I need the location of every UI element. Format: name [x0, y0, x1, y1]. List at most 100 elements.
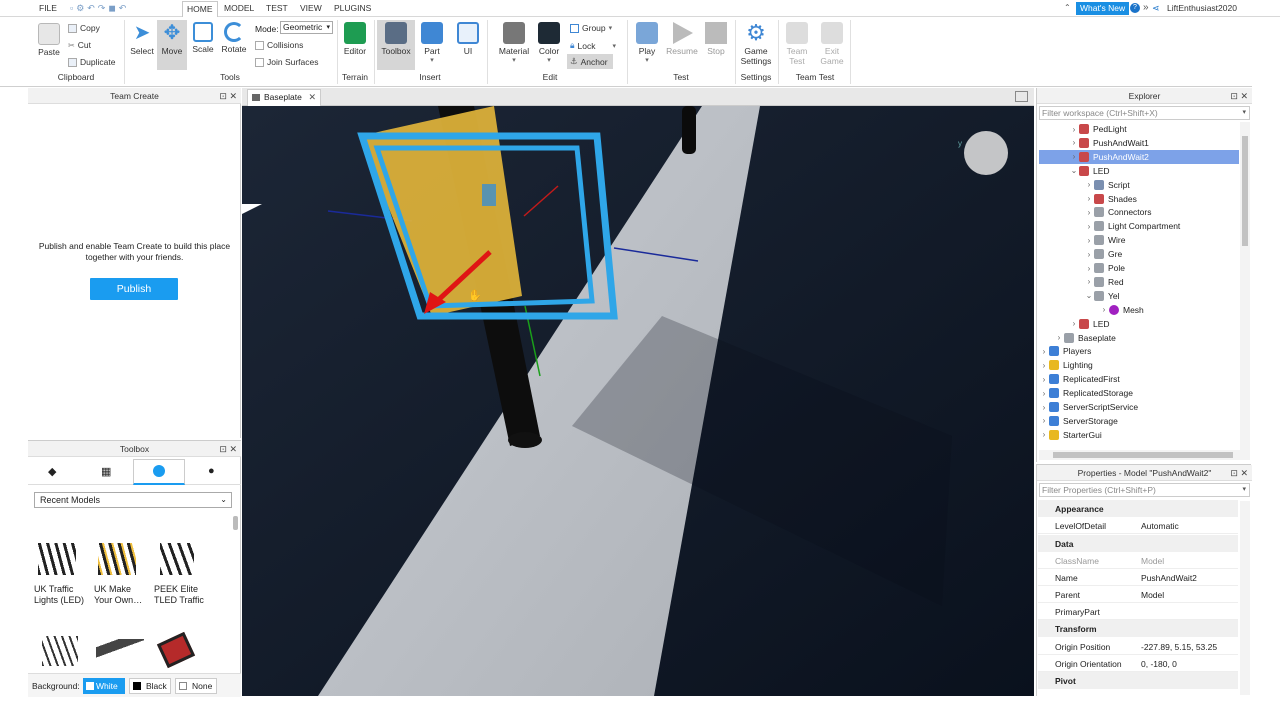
bg-black-button[interactable]: Black	[129, 678, 171, 694]
explorer-item[interactable]: › Players	[1039, 344, 1239, 358]
chevron-right-icon[interactable]: ›	[1069, 138, 1079, 147]
game-settings-button[interactable]: ⚙ Game Settings	[738, 22, 774, 67]
bg-white-button[interactable]: White	[83, 678, 125, 694]
baseplate-tab[interactable]: Baseplate ✕	[247, 89, 321, 106]
chevron-right-icon[interactable]: ›	[1039, 361, 1049, 370]
menu-test[interactable]: TEST	[266, 3, 288, 13]
group-button[interactable]: Group ▾	[570, 23, 612, 33]
lock-button[interactable]: 🔒︎ Lock ▾	[570, 40, 616, 51]
toolbox-item-thumb[interactable]	[154, 539, 200, 583]
dock-close-icon[interactable]: ⊡ ✕	[219, 88, 237, 104]
explorer-item[interactable]: › ReplicatedFirst	[1039, 372, 1239, 386]
property-row[interactable]: PrimaryPart	[1038, 603, 1238, 620]
chevron-right-icon[interactable]: ›	[1084, 236, 1094, 245]
dock-close-icon[interactable]: ⊡ ✕	[219, 441, 237, 457]
chevron-right-icon[interactable]: ›	[1039, 403, 1049, 412]
explorer-item[interactable]: › ServerScriptService	[1039, 400, 1239, 414]
toolbox-item-label[interactable]: UK Traffic Lights (LED)	[34, 584, 90, 606]
explorer-item[interactable]: › Pole	[1039, 261, 1239, 275]
category-dropdown[interactable]: Recent Models ⌄	[34, 492, 232, 508]
toolbox-item-label[interactable]: UK Make Your Own…	[94, 584, 150, 606]
chevron-right-icon[interactable]: ›	[1039, 375, 1049, 384]
quick-access-icons[interactable]: ▫⚙↶↷◼↶	[70, 3, 130, 13]
inventory-grid-icon[interactable]: ▦	[101, 465, 111, 478]
chevron-right-icon[interactable]: ›	[1084, 250, 1094, 259]
explorer-filter-input[interactable]: Filter workspace (Ctrl+Shift+X) ▾	[1039, 106, 1250, 120]
select-button[interactable]: ➤ Select	[128, 22, 156, 56]
explorer-item[interactable]: ⌄ LED	[1039, 164, 1239, 178]
part-button[interactable]: Part ▾	[418, 22, 446, 64]
fullscreen-icon[interactable]	[1015, 91, 1028, 102]
dock-close-icon[interactable]: ⊡ ✕	[1230, 88, 1248, 104]
recent-tab[interactable]	[133, 459, 185, 485]
chevron-right-icon[interactable]: ›	[1039, 430, 1049, 439]
explorer-item[interactable]: ⌄ Yel	[1039, 289, 1239, 303]
exit-icon[interactable]: »	[1143, 2, 1149, 13]
chevron-down-icon[interactable]: ⌄	[1069, 166, 1079, 175]
chevron-right-icon[interactable]: ›	[1069, 319, 1079, 328]
properties-filter-input[interactable]: Filter Properties (Ctrl+Shift+P) ▾	[1039, 483, 1250, 497]
explorer-item[interactable]: › Gre	[1039, 247, 1239, 261]
material-button[interactable]: Material ▾	[497, 22, 531, 64]
dock-close-icon[interactable]: ⊡ ✕	[1230, 465, 1248, 481]
rotate-button[interactable]: Rotate	[219, 22, 249, 54]
explorer-h-scrollbar[interactable]	[1039, 450, 1250, 460]
help-icon[interactable]: ?	[1130, 3, 1140, 13]
scrollbar-thumb[interactable]	[1053, 452, 1233, 458]
explorer-item[interactable]: › Light Compartment	[1039, 219, 1239, 233]
chevron-right-icon[interactable]: ›	[1084, 264, 1094, 273]
transform-category[interactable]: Transform	[1038, 620, 1238, 637]
join-surfaces-toggle[interactable]: Join Surfaces	[255, 57, 319, 67]
properties-scrollbar[interactable]	[1240, 501, 1250, 695]
appearance-category[interactable]: Appearance	[1038, 500, 1238, 517]
exit-game-button[interactable]: Exit Game	[818, 22, 846, 66]
toolbox-item-thumb[interactable]	[96, 639, 144, 663]
collapse-icon[interactable]: ⌃	[1064, 3, 1071, 12]
duplicate-button[interactable]: Duplicate	[68, 57, 115, 67]
toolbox-button[interactable]: Toolbox	[377, 20, 415, 70]
lightbulb-icon[interactable]: ●	[208, 465, 215, 477]
explorer-item[interactable]: › PushAndWait2	[1039, 149, 1239, 164]
copy-button[interactable]: Copy	[68, 23, 100, 33]
publish-button[interactable]: Publish	[90, 278, 178, 300]
explorer-item[interactable]: › PedLight	[1039, 122, 1239, 136]
property-row[interactable]: LevelOfDetail Automatic	[1038, 517, 1238, 534]
explorer-item[interactable]: › LED	[1039, 317, 1239, 331]
chevron-right-icon[interactable]: ›	[1069, 152, 1079, 161]
close-icon[interactable]: ✕	[308, 90, 316, 105]
explorer-item[interactable]: › Lighting	[1039, 358, 1239, 372]
scrollbar-thumb[interactable]	[1242, 136, 1248, 246]
scene[interactable]: ✋ y	[242, 106, 1034, 696]
chevron-right-icon[interactable]: ›	[1069, 125, 1079, 134]
data-category[interactable]: Data	[1038, 535, 1238, 552]
menu-file[interactable]: FILE	[39, 3, 57, 13]
explorer-item[interactable]: › StarterGui	[1039, 428, 1239, 442]
menu-plugins[interactable]: PLUGINS	[334, 3, 371, 13]
view-cube[interactable]	[964, 131, 1008, 175]
explorer-item[interactable]: › Mesh	[1039, 303, 1239, 317]
bg-none-button[interactable]: None	[175, 678, 217, 694]
explorer-item[interactable]: › Connectors	[1039, 205, 1239, 219]
3d-viewport[interactable]: ✋ y	[242, 106, 1034, 696]
explorer-item[interactable]: › Script	[1039, 178, 1239, 192]
menu-home[interactable]: HOME	[182, 1, 218, 17]
toolbox-item-thumb[interactable]	[42, 636, 78, 666]
marketplace-bag-icon[interactable]: ◆	[48, 465, 56, 478]
ui-button[interactable]: UI	[455, 22, 481, 56]
explorer-item[interactable]: › Red	[1039, 275, 1239, 289]
chevron-right-icon[interactable]: ›	[1084, 180, 1094, 189]
explorer-item[interactable]: › ServerStorage	[1039, 414, 1239, 428]
property-row[interactable]: Origin Position -227.89, 5.15, 53.25	[1038, 638, 1238, 655]
explorer-item[interactable]: › ReplicatedStorage	[1039, 386, 1239, 400]
username[interactable]: LiftEnthusiast2020	[1167, 3, 1237, 13]
whats-new-button[interactable]: What's New	[1076, 2, 1130, 15]
explorer-item[interactable]: › Shades	[1039, 192, 1239, 206]
team-test-button[interactable]: Team Test	[783, 22, 811, 66]
chevron-right-icon[interactable]: ›	[1084, 194, 1094, 203]
anchor-button[interactable]: ⚓︎ Anchor	[567, 54, 613, 69]
explorer-item[interactable]: › PushAndWait1	[1039, 136, 1239, 150]
pivot-category[interactable]: Pivot	[1038, 672, 1238, 689]
chevron-right-icon[interactable]: ›	[1039, 416, 1049, 425]
share-icon[interactable]: ⋖	[1152, 3, 1160, 14]
toolbox-item-thumb[interactable]	[94, 539, 140, 583]
